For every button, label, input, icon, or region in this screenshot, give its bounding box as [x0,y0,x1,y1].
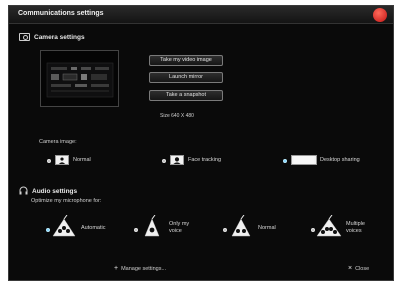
mic-only-my-voice-label: Only my voice [169,221,189,235]
take-video-image-button[interactable]: Take my video image [149,55,223,66]
camera-mode-desktop-sharing-label: Desktop sharing [320,157,360,163]
camera-mode-normal-label: Normal [73,157,91,163]
mic-multiple-voices-label-line1: Multiple [346,221,365,227]
close-label: Close [355,266,370,272]
optimize-microphone-label: Optimize my microphone for: [31,198,102,204]
normal-mode-thumbnail[interactable] [55,155,69,165]
mic-normal-label: Normal [258,225,276,231]
camera-mode-face-tracking-label: Face tracking [188,157,222,163]
audio-section-title: Audio settings [32,187,78,195]
normal-mic-icon [231,215,251,237]
launch-mirror-button[interactable]: Launch mirror [149,72,223,83]
close-icon: × [348,265,353,272]
camera-icon [19,33,30,41]
radio-mic-multiple-voices[interactable] [311,228,315,232]
face-tracking-thumbnail[interactable] [170,155,184,165]
take-snapshot-button[interactable]: Take a snapshot [149,90,223,101]
app-logo-icon [373,8,387,22]
camera-section-title: Camera settings [34,33,85,41]
mic-multiple-voices-label-line2: voices [346,228,362,234]
only-my-voice-mic-icon [144,215,160,237]
multiple-voices-mic-icon [316,215,342,237]
person-icon [56,156,68,164]
automatic-mic-icon [52,215,76,237]
mic-only-my-voice-label-line1: Only my [169,221,190,227]
desktop-sharing-thumbnail[interactable] [291,155,317,165]
mic-multiple-voices-label: Multiple voices [346,221,365,235]
radio-camera-normal[interactable] [47,159,51,163]
mic-only-my-voice-label-line2: voice [169,228,182,234]
camera-size-text: Size 640 X 480 [160,113,194,119]
headset-icon [19,186,28,195]
radio-mic-automatic[interactable] [46,228,50,232]
desktop-icon [293,156,315,164]
audio-section-header: Audio settings [19,186,77,196]
plus-icon: + [114,265,119,272]
manage-settings-label: Manage settings... [121,266,167,272]
face-tracking-icon [171,156,183,164]
close-button[interactable]: × Close [348,265,369,272]
camera-image-label: Camera image: [39,139,77,145]
manage-settings-link[interactable]: + Manage settings... [114,265,166,272]
radio-camera-face-tracking[interactable] [162,159,166,163]
window-title: Communications settings [18,10,104,17]
radio-mic-only-my-voice[interactable] [134,228,138,232]
communications-settings-dialog: Communications settings Camera settings … [8,5,394,281]
mic-automatic-label: Automatic [81,225,106,231]
radio-mic-normal[interactable] [223,228,227,232]
camera-preview [40,50,119,107]
radio-camera-desktop-sharing[interactable] [283,159,287,163]
camera-section-header: Camera settings [19,33,85,41]
camera-preview-image [41,51,118,106]
title-bar[interactable]: Communications settings [9,6,393,24]
